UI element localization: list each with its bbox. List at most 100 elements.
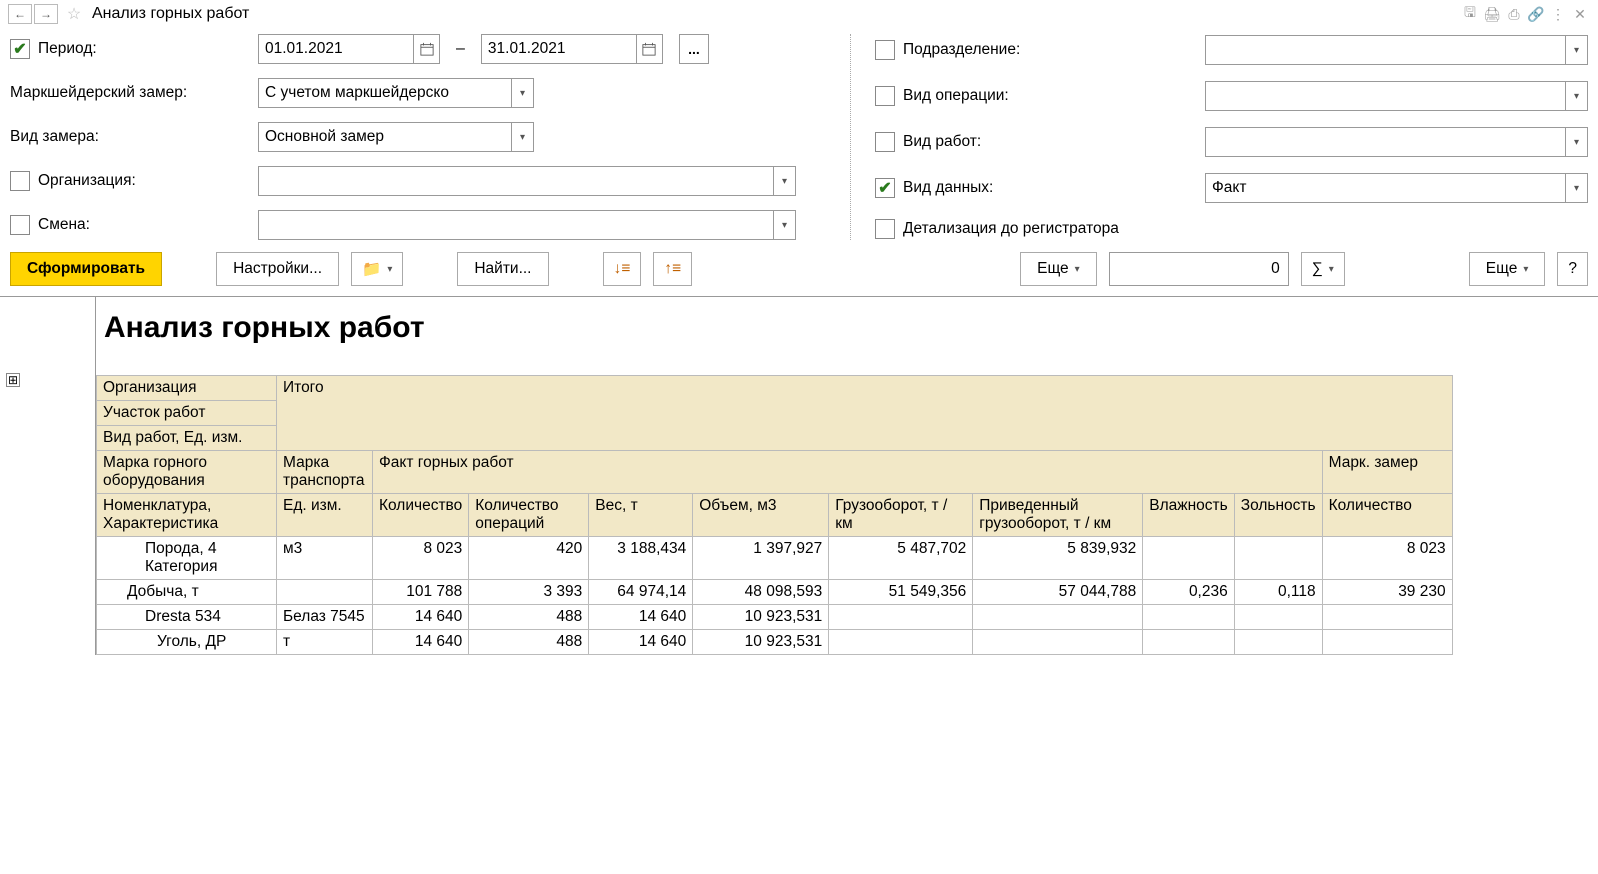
period-checkbox[interactable] xyxy=(10,39,30,59)
cell-humidity xyxy=(1143,605,1234,630)
expand-icon: ↑≡ xyxy=(664,260,681,278)
cell-qty: 8 023 xyxy=(373,537,469,580)
measure-type-select[interactable]: Основной замер xyxy=(258,122,512,152)
cell-volume: 10 923,531 xyxy=(693,630,829,655)
col-turnover: Грузооборот, т / км xyxy=(829,494,973,537)
markscheider-select[interactable]: С учетом маркшейдерско xyxy=(258,78,512,108)
page-title: Анализ горных работ xyxy=(88,5,249,23)
col-work-type-unit: Вид работ, Ед. изм. xyxy=(97,426,277,451)
chevron-down-icon[interactable]: ▾ xyxy=(512,122,534,152)
number-input[interactable] xyxy=(1109,252,1289,286)
cell-unit: м3 xyxy=(277,537,373,580)
cell-mark-qty: 8 023 xyxy=(1322,537,1452,580)
period-from-input[interactable]: 01.01.2021 xyxy=(258,34,414,64)
close-icon[interactable]: ✕ xyxy=(1570,6,1590,23)
col-ash: Зольность xyxy=(1234,494,1322,537)
generate-button[interactable]: Сформировать xyxy=(10,252,162,286)
organization-select[interactable] xyxy=(258,166,774,196)
cell-unit xyxy=(277,580,373,605)
calendar-icon[interactable] xyxy=(414,34,440,64)
nav-forward-button[interactable]: → xyxy=(34,4,58,24)
chevron-down-icon[interactable]: ▾ xyxy=(1566,35,1588,65)
table-row[interactable]: Порода, 4 Категориям38 0234203 188,4341 … xyxy=(97,537,1453,580)
work-type-select[interactable] xyxy=(1205,127,1566,157)
filter-panel: Период: 01.01.2021 – 31.01.2021 ... Марк… xyxy=(0,28,1598,244)
chevron-down-icon[interactable]: ▾ xyxy=(774,166,796,196)
table-row[interactable]: Уголь, ДРт14 64048814 64010 923,531 xyxy=(97,630,1453,655)
subdivision-checkbox[interactable] xyxy=(875,40,895,60)
cell-turnover xyxy=(829,630,973,655)
cell-qty: 14 640 xyxy=(373,630,469,655)
operation-type-label: Вид операции: xyxy=(903,87,1009,105)
cell-turnover: 5 487,702 xyxy=(829,537,973,580)
shift-checkbox[interactable] xyxy=(10,215,30,235)
cell-volume: 1 397,927 xyxy=(693,537,829,580)
save-icon[interactable]: 🖫 xyxy=(1460,2,1480,26)
collapse-icon: ↓≡ xyxy=(614,260,631,278)
favorite-icon[interactable]: ☆ xyxy=(64,4,84,24)
cell-reduced: 5 839,932 xyxy=(973,537,1143,580)
help-button[interactable]: ? xyxy=(1557,252,1588,286)
cell-reduced xyxy=(973,605,1143,630)
preview-icon[interactable]: ⎙ xyxy=(1504,6,1524,23)
col-fact-group: Факт горных работ xyxy=(373,451,1323,494)
calendar-icon[interactable] xyxy=(637,34,663,64)
cell-turnover xyxy=(829,605,973,630)
work-type-checkbox[interactable] xyxy=(875,132,895,152)
work-type-label: Вид работ: xyxy=(903,133,981,151)
cell-volume: 10 923,531 xyxy=(693,605,829,630)
col-operations: Количество операций xyxy=(469,494,589,537)
period-label: Период: xyxy=(38,40,97,58)
detail-label: Детализация до регистратора xyxy=(903,220,1119,238)
chevron-down-icon[interactable]: ▾ xyxy=(774,210,796,240)
subdivision-label: Подразделение: xyxy=(903,41,1020,59)
operation-type-checkbox[interactable] xyxy=(875,86,895,106)
period-to-input[interactable]: 31.01.2021 xyxy=(481,34,637,64)
settings-button[interactable]: Настройки... xyxy=(216,252,339,286)
cell-reduced: 57 044,788 xyxy=(973,580,1143,605)
chevron-down-icon[interactable]: ▾ xyxy=(1566,127,1588,157)
shift-label: Смена: xyxy=(38,216,90,234)
organization-checkbox[interactable] xyxy=(10,171,30,191)
more-icon[interactable]: ⋮ xyxy=(1548,6,1568,23)
cell-ash: 0,118 xyxy=(1234,580,1322,605)
data-type-select[interactable]: Факт xyxy=(1205,173,1566,203)
cell-ash xyxy=(1234,605,1322,630)
col-mark-quantity: Количество xyxy=(1322,494,1452,537)
cell-weight: 14 640 xyxy=(589,630,693,655)
cell-humidity xyxy=(1143,537,1234,580)
subdivision-select[interactable] xyxy=(1205,35,1566,65)
cell-weight: 64 974,14 xyxy=(589,580,693,605)
open-file-button[interactable]: 📁▾ xyxy=(351,252,403,286)
col-unit: Ед. изм. xyxy=(277,494,373,537)
collapse-groups-button[interactable]: ↓≡ xyxy=(603,252,642,286)
detail-checkbox[interactable] xyxy=(875,219,895,239)
report-title: Анализ горных работ xyxy=(96,297,1598,375)
folder-icon: 📁 xyxy=(362,260,381,279)
table-row[interactable]: Dresta 534Белаз 754514 64048814 64010 92… xyxy=(97,605,1453,630)
chevron-down-icon[interactable]: ▾ xyxy=(512,78,534,108)
cell-ops: 3 393 xyxy=(469,580,589,605)
period-picker-button[interactable]: ... xyxy=(679,34,709,64)
sum-button[interactable]: ∑▾ xyxy=(1301,252,1345,286)
print-icon[interactable]: 🖨 xyxy=(1482,6,1502,23)
cell-mark-qty xyxy=(1322,630,1452,655)
report-table: Организация Итого Участок работ Вид рабо… xyxy=(96,375,1453,655)
chevron-down-icon[interactable]: ▾ xyxy=(1566,81,1588,111)
more-button-2[interactable]: Еще▾ xyxy=(1469,252,1546,286)
operation-type-select[interactable] xyxy=(1205,81,1566,111)
chevron-down-icon[interactable]: ▾ xyxy=(1566,173,1588,203)
link-icon[interactable]: 🔗 xyxy=(1526,6,1546,23)
expand-all-button[interactable]: ⊞ xyxy=(6,373,20,387)
data-type-checkbox[interactable] xyxy=(875,178,895,198)
nav-back-button[interactable]: ← xyxy=(8,4,32,24)
table-row[interactable]: Добыча, т101 7883 39364 974,1448 098,593… xyxy=(97,580,1453,605)
title-bar: ← → ☆ Анализ горных работ 🖫 🖨 ⎙ 🔗 ⋮ ✕ xyxy=(0,0,1598,28)
more-button-1[interactable]: Еще▾ xyxy=(1020,252,1097,286)
col-nomenclature: Номенклатура, Характеристика xyxy=(97,494,277,537)
shift-select[interactable] xyxy=(258,210,774,240)
expand-groups-button[interactable]: ↑≡ xyxy=(653,252,692,286)
cell-ash xyxy=(1234,537,1322,580)
find-button[interactable]: Найти... xyxy=(457,252,548,286)
cell-ops: 488 xyxy=(469,630,589,655)
